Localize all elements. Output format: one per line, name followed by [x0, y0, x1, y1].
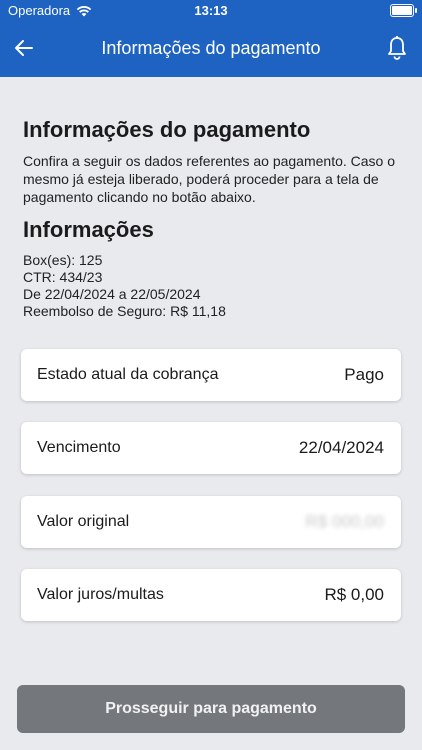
page-title: Informações do pagamento — [23, 117, 311, 142]
proceed-to-payment-button[interactable]: Prosseguir para pagamento — [17, 685, 405, 733]
info-line-insurance: Reembolso de Seguro: R$ 11,18 — [23, 303, 226, 319]
info-line-boxes: Box(es): 125 — [23, 252, 103, 268]
card-original-amount: Valor original R$ 000,00 — [21, 496, 401, 548]
card-value: R$ 0,00 — [324, 585, 384, 604]
bell-icon[interactable] — [386, 35, 408, 61]
card-label: Valor original — [37, 513, 130, 530]
info-line-ctr: CTR: 434/23 — [23, 269, 103, 285]
info-line-period: De 22/04/2024 a 22/05/2024 — [23, 286, 201, 302]
nav-title: Informações do pagamento — [101, 38, 321, 58]
status-bar: Operadora 13:13 — [0, 0, 422, 22]
card-label: Valor juros/multas — [37, 586, 164, 603]
navigation-bar: Informações do pagamento — [0, 22, 422, 77]
card-interest-fines: Valor juros/multas R$ 0,00 — [21, 569, 401, 621]
header: Operadora 13:13 Informações do pagamento — [0, 0, 422, 77]
battery-icon — [390, 4, 417, 17]
card-value-blurred: R$ 000,00 — [305, 512, 384, 531]
page-description: Confira a seguir os dados referentes ao … — [23, 153, 396, 205]
card-billing-status: Estado atual da cobrança Pago — [21, 349, 401, 401]
card-due-date: Vencimento 22/04/2024 — [21, 422, 401, 474]
info-list: Box(es): 125 CTR: 434/23 De 22/04/2024 a… — [23, 252, 403, 320]
card-label: Estado atual da cobrança — [37, 366, 219, 383]
info-title: Informações — [23, 217, 154, 242]
card-value: Pago — [344, 365, 384, 384]
card-label: Vencimento — [37, 439, 121, 456]
card-value: 22/04/2024 — [298, 438, 384, 457]
clock: 13:13 — [194, 3, 228, 18]
payment-info-section: Informações do pagamento Confira a segui… — [23, 116, 403, 320]
